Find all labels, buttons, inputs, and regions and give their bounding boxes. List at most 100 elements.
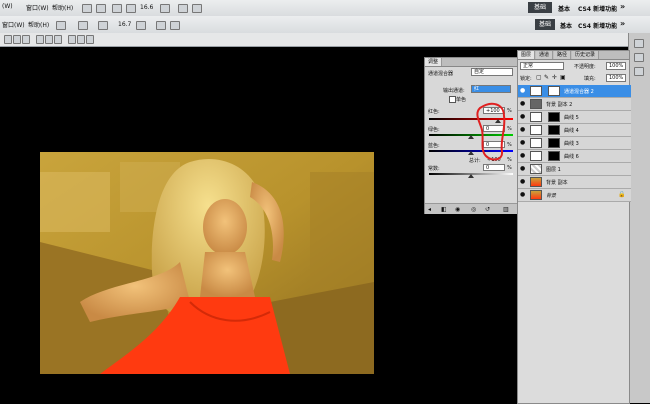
prev-state-icon[interactable]: ◎ bbox=[471, 206, 476, 213]
opacity-field[interactable]: 100% bbox=[606, 62, 626, 70]
lock-paint-icon[interactable]: ✎ bbox=[544, 74, 549, 81]
delete-icon[interactable]: ▥ bbox=[503, 206, 509, 213]
photo-canvas[interactable] bbox=[40, 152, 374, 374]
reset-icon[interactable]: ↺ bbox=[485, 206, 490, 213]
layer-row[interactable]: ● 背景 副本 2 bbox=[518, 98, 631, 111]
hand-tool-icon[interactable] bbox=[112, 4, 122, 13]
curves-icon bbox=[530, 151, 542, 161]
visibility-eye-icon[interactable]: ● bbox=[520, 166, 526, 172]
preset-value: 自定 bbox=[474, 69, 485, 75]
lock-icon: 🔒 bbox=[618, 191, 626, 198]
layer-row[interactable]: ● 背景 副本 bbox=[518, 176, 631, 189]
tab-layers[interactable]: 图层 bbox=[518, 51, 536, 59]
arrange-docs-icon-2[interactable] bbox=[156, 21, 166, 30]
dock-icon-2[interactable] bbox=[634, 53, 644, 62]
layer-name: 背景 副本 bbox=[546, 180, 568, 186]
zoom-tool-icon[interactable] bbox=[126, 4, 136, 13]
constant-slider-thumb[interactable] bbox=[468, 174, 474, 178]
layer-row[interactable]: ● 曲线 5 bbox=[518, 111, 631, 124]
zoom-tool-icon-2[interactable] bbox=[98, 21, 108, 30]
layer-row[interactable]: ● 曲线 3 bbox=[518, 137, 631, 150]
visibility-eye-icon[interactable]: ● bbox=[520, 101, 526, 107]
visibility-eye-icon[interactable]: ● bbox=[520, 88, 526, 94]
view-extras-icon[interactable] bbox=[160, 4, 170, 13]
curves-icon bbox=[530, 125, 542, 135]
dock-icon-1[interactable] bbox=[634, 39, 644, 48]
zoom-level-2[interactable]: 16.7 bbox=[118, 21, 131, 28]
layer-row[interactable]: ● 图层 1 bbox=[518, 163, 631, 176]
align-icon-4[interactable] bbox=[36, 35, 44, 44]
distribute-icon-1[interactable] bbox=[68, 35, 76, 44]
layer-row[interactable]: ● 通道混合器 2 bbox=[518, 85, 631, 98]
bridge-icon-2[interactable] bbox=[56, 21, 66, 30]
layer-row[interactable]: ● 曲线 4 bbox=[518, 124, 631, 137]
align-icon-3[interactable] bbox=[22, 35, 30, 44]
workspace-expand-icon[interactable]: » bbox=[620, 2, 625, 11]
clip-icon[interactable]: ◧ bbox=[441, 206, 447, 213]
preset-select[interactable]: 自定 bbox=[471, 68, 513, 76]
layer-thumbnail bbox=[530, 177, 542, 187]
lock-all-icon[interactable]: ▣ bbox=[560, 74, 566, 81]
visibility-eye-icon[interactable]: ● bbox=[520, 140, 526, 146]
workspace-basic[interactable]: 基本 bbox=[558, 4, 570, 13]
workspace-active-2[interactable]: 基础 bbox=[535, 19, 555, 30]
blend-mode-select[interactable]: 正常 bbox=[520, 62, 564, 70]
visibility-eye-icon[interactable]: ● bbox=[520, 153, 526, 159]
output-channel-select[interactable]: 红 bbox=[471, 85, 511, 93]
align-icon-6[interactable] bbox=[54, 35, 62, 44]
bridge-icon[interactable] bbox=[82, 4, 92, 13]
align-icon-1[interactable] bbox=[4, 35, 12, 44]
layer-row[interactable]: ● 背景 🔒 bbox=[518, 189, 631, 202]
lock-move-icon[interactable]: ✛ bbox=[552, 74, 557, 81]
align-icon-2[interactable] bbox=[13, 35, 21, 44]
distribute-icon-3[interactable] bbox=[86, 35, 94, 44]
menu-help[interactable]: 帮助(H) bbox=[52, 3, 73, 12]
arrange-docs-icon[interactable] bbox=[178, 4, 188, 13]
lock-transparent-icon[interactable]: ▢ bbox=[536, 74, 542, 81]
workspace-cs4[interactable]: CS4 新增功能 bbox=[578, 4, 617, 13]
screen-mode-icon[interactable] bbox=[192, 4, 202, 13]
workspace-expand-icon-2[interactable]: » bbox=[620, 19, 625, 28]
visibility-eye-icon[interactable]: ● bbox=[520, 127, 526, 133]
fill-label: 填充: bbox=[584, 76, 596, 82]
minibridge-icon[interactable] bbox=[96, 4, 106, 13]
layer-name: 背景 副本 2 bbox=[546, 102, 573, 108]
opacity-value: 100% bbox=[609, 63, 624, 69]
adjustments-tabbar: 调整 bbox=[425, 58, 517, 67]
menu-help-2[interactable]: 帮助(H) bbox=[28, 20, 49, 29]
tab-adjustments[interactable]: 调整 bbox=[425, 58, 443, 66]
layers-tabbar: 图层 通道 路径 历史记录 bbox=[518, 51, 629, 60]
workspace-cs4-2[interactable]: CS4 新增功能 bbox=[578, 21, 617, 30]
visibility-eye-icon[interactable]: ● bbox=[520, 114, 526, 120]
tab-paths[interactable]: 路径 bbox=[554, 51, 572, 59]
layers-list: ● 通道混合器 2 ● 背景 副本 2 ● 曲线 5 ● 曲线 4 ● 曲线 3 bbox=[518, 85, 631, 385]
red-label: 红色: bbox=[428, 109, 440, 115]
workspace-basic-2[interactable]: 基本 bbox=[560, 21, 572, 30]
workspace-active[interactable]: 基础 bbox=[528, 2, 552, 13]
constant-pct: % bbox=[507, 165, 512, 171]
mono-checkbox[interactable] bbox=[449, 96, 456, 103]
menu-window[interactable]: 窗口(W) bbox=[26, 3, 49, 12]
visibility-eye-icon[interactable]: ● bbox=[520, 179, 526, 185]
zoom-level[interactable]: 16.6 bbox=[140, 4, 153, 11]
fill-field[interactable]: 100% bbox=[606, 74, 626, 82]
visibility-eye-icon[interactable]: ● bbox=[520, 192, 526, 198]
dock-icon-3[interactable] bbox=[634, 67, 644, 76]
constant-value-field[interactable]: 0 bbox=[483, 164, 505, 171]
eye-icon[interactable]: ◉ bbox=[455, 206, 460, 213]
menu-item-partial[interactable]: (W) bbox=[2, 3, 13, 10]
mono-label: 单色 bbox=[456, 97, 467, 103]
menu-bar: (W) 窗口(W) 帮助(H) 16.6 基础 基本 CS4 新增功能 » bbox=[0, 0, 650, 17]
distribute-icon-2[interactable] bbox=[77, 35, 85, 44]
hand-tool-icon-2[interactable] bbox=[78, 21, 88, 30]
tab-history[interactable]: 历史记录 bbox=[572, 51, 600, 59]
align-icon-5[interactable] bbox=[45, 35, 53, 44]
layer-row[interactable]: ● 曲线 6 bbox=[518, 150, 631, 163]
options-bar bbox=[0, 33, 650, 47]
return-icon[interactable]: ◂ bbox=[428, 206, 431, 213]
view-extras-icon-2[interactable] bbox=[136, 21, 146, 30]
constant-value: 0 bbox=[486, 165, 490, 171]
screen-mode-icon-2[interactable] bbox=[170, 21, 180, 30]
menu-window-2[interactable]: 窗口(W) bbox=[2, 20, 25, 29]
tab-channels[interactable]: 通道 bbox=[536, 51, 554, 59]
